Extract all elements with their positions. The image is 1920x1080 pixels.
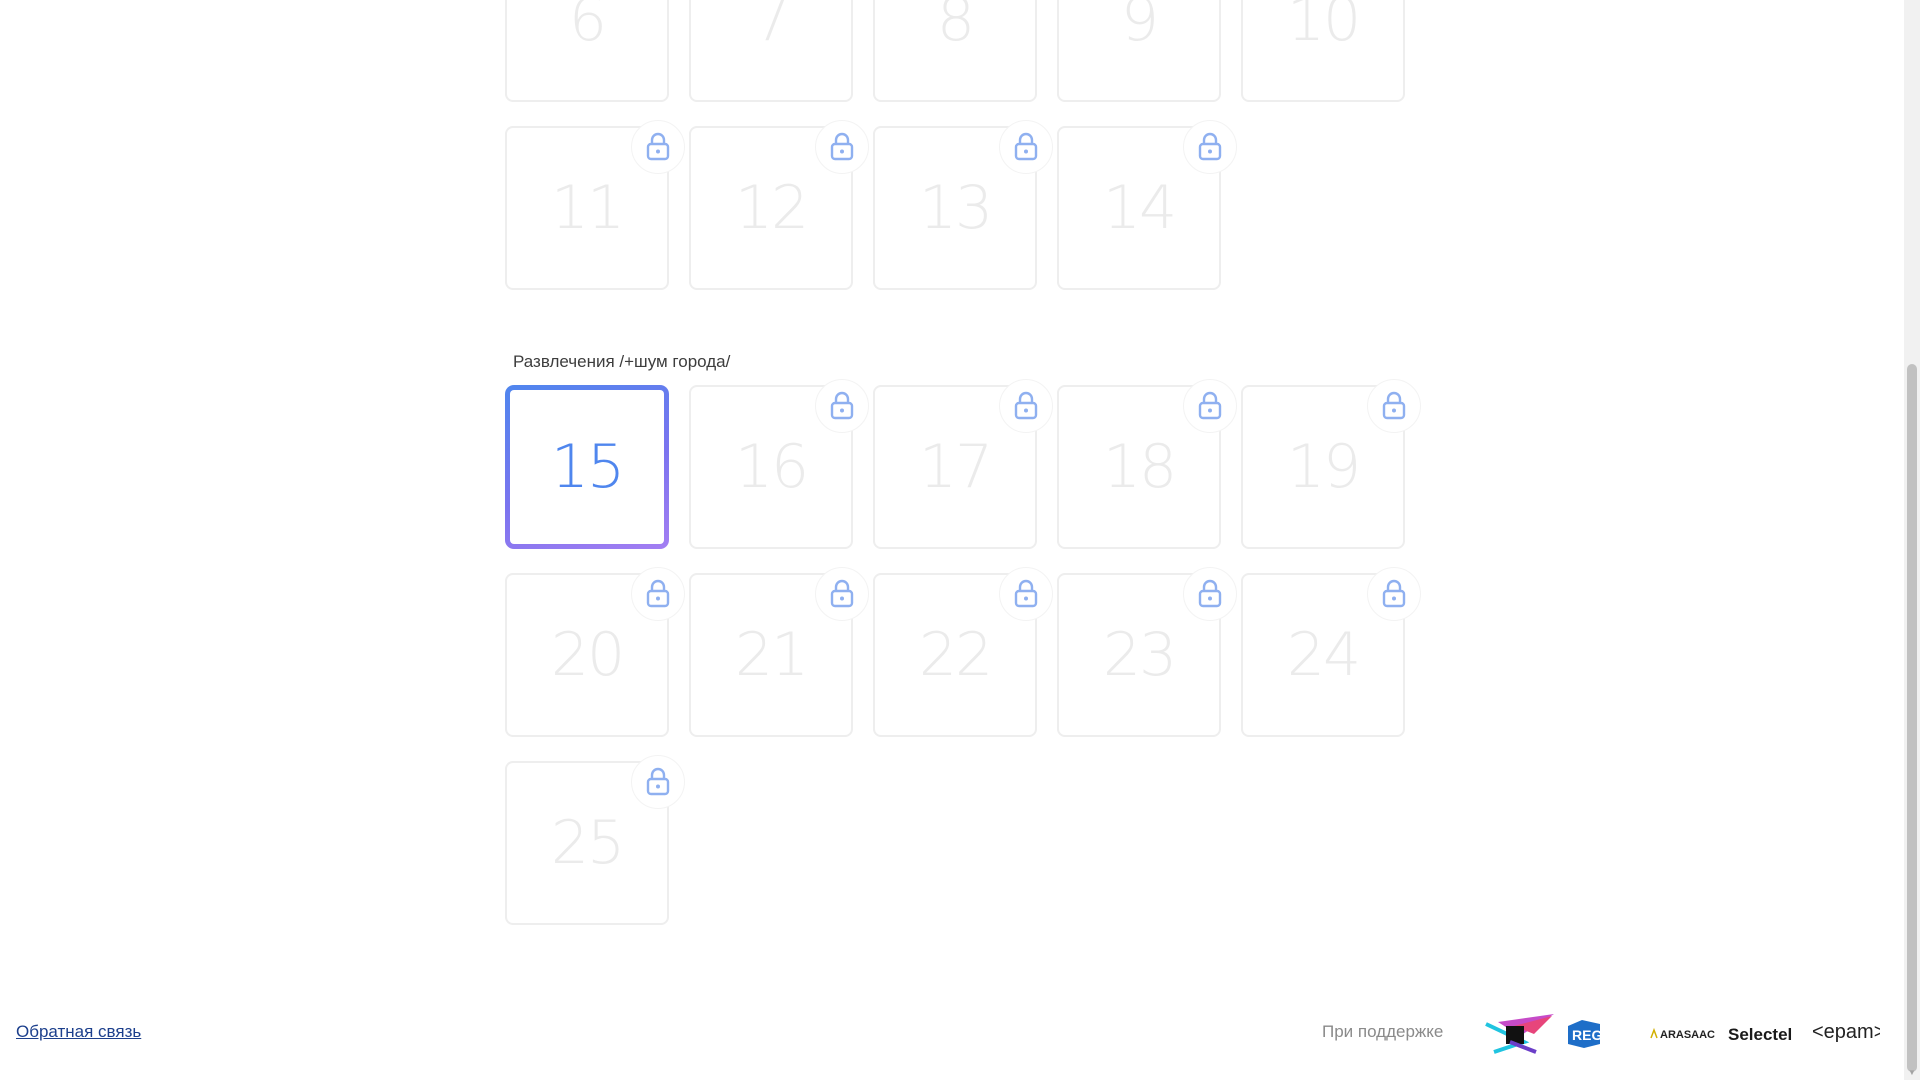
lock-icon — [1183, 379, 1237, 433]
epam-text: <epam> — [1812, 1021, 1880, 1043]
level-tile-7[interactable]: 7 — [689, 0, 853, 102]
lock-icon — [1367, 379, 1421, 433]
level-number: 16 — [734, 432, 809, 502]
level-tile-15[interactable]: 15 — [505, 385, 669, 549]
level-tile-8[interactable]: 8 — [873, 0, 1037, 102]
level-number: 21 — [734, 620, 809, 690]
epam-logo[interactable]: <epam> — [1812, 1018, 1885, 1048]
lock-icon — [1367, 567, 1421, 621]
support-label: При поддержке — [1322, 1022, 1444, 1041]
level-number: 9 — [1120, 0, 1159, 55]
lock-icon — [815, 567, 869, 621]
level-tile-10[interactable]: 10 — [1241, 0, 1405, 102]
lock-icon — [999, 120, 1053, 174]
level-number: 19 — [1286, 432, 1361, 502]
partner-logo[interactable] — [1484, 1012, 1556, 1056]
lock-icon — [631, 755, 685, 809]
selectel-text: Selectel — [1728, 1025, 1792, 1044]
level-number: 18 — [1102, 432, 1177, 502]
level-number: 15 — [550, 432, 625, 502]
scrollbar-thumb[interactable] — [1907, 364, 1917, 1072]
level-number: 12 — [734, 173, 809, 243]
level-tile-9[interactable]: 9 — [1057, 0, 1221, 102]
lock-icon — [631, 120, 685, 174]
level-number: 20 — [550, 620, 625, 690]
level-number: 13 — [918, 173, 993, 243]
scroll-down-arrow[interactable]: ▼ — [1907, 1068, 1917, 1078]
level-number: 23 — [1102, 620, 1177, 690]
level-number: 24 — [1286, 620, 1361, 690]
reg-ru-logo[interactable]: REG.RU — [1566, 1018, 1628, 1050]
reg-ru-text: REG.RU — [1572, 1027, 1626, 1043]
level-tile-6[interactable]: 6 — [505, 0, 669, 102]
level-number: 6 — [568, 0, 607, 55]
page: 6 7 8 9 10 11 12 13 14 Развлечения /+шум города/… — [0, 0, 1904, 1080]
level-number: 7 — [752, 0, 791, 55]
lock-icon — [1183, 120, 1237, 174]
level-number: 11 — [550, 173, 625, 243]
lock-icon — [815, 379, 869, 433]
section-title: Развлечения /+шум города/ — [513, 352, 731, 371]
arasaac-text: ARASAAC — [1660, 1029, 1715, 1041]
lock-icon — [1183, 567, 1237, 621]
level-number: 25 — [550, 808, 625, 878]
lock-icon — [631, 567, 685, 621]
lock-icon — [999, 379, 1053, 433]
lock-icon — [999, 567, 1053, 621]
level-number: 17 — [918, 432, 993, 502]
level-number: 14 — [1102, 173, 1177, 243]
arasaac-logo[interactable]: ARASAAC — [1650, 1026, 1720, 1042]
level-number: 10 — [1286, 0, 1361, 55]
level-number: 8 — [936, 0, 975, 55]
level-number: 22 — [918, 620, 993, 690]
lock-icon — [815, 120, 869, 174]
selectel-logo[interactable]: Selectel — [1728, 1022, 1804, 1046]
feedback-link[interactable]: Обратная связь — [16, 1022, 141, 1042]
